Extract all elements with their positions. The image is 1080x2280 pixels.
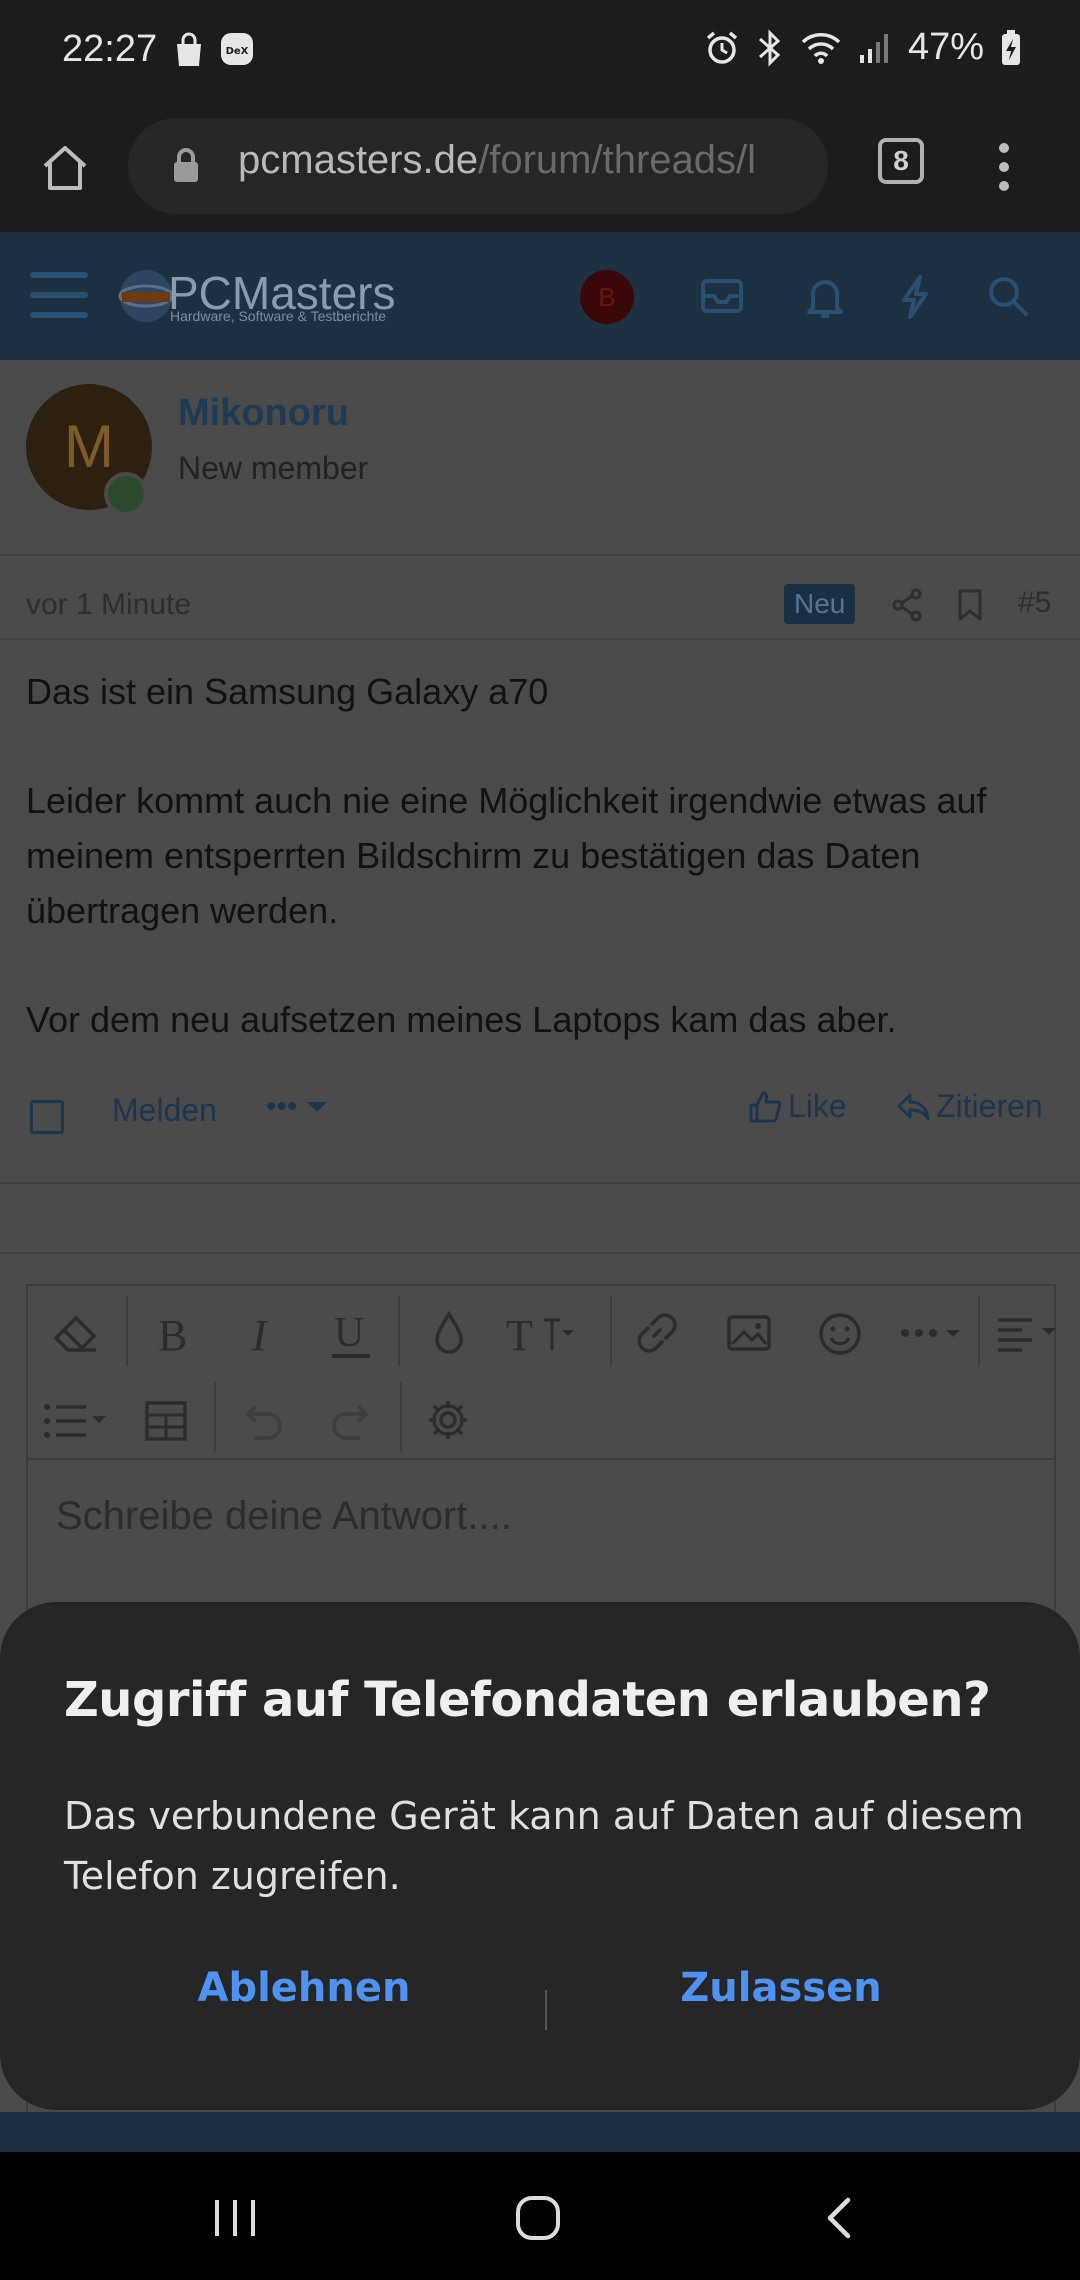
forum-navbar: PCMasters Hardware, Software & Testberic… [0,232,1080,360]
post-paragraph: Vor dem neu aufsetzen meines Laptops kam… [26,999,897,1040]
emoji-icon[interactable] [818,1312,862,1356]
dialog-message: Das verbundene Gerät kann auf Daten auf … [64,1794,1024,1898]
back-icon[interactable] [824,2196,854,2240]
more-vert-icon[interactable] [996,142,1012,192]
svg-text:T: T [506,1311,533,1356]
url-text: pcmasters.de/forum/threads/l [238,138,756,182]
align-icon[interactable] [996,1316,1062,1354]
image-icon[interactable] [726,1314,772,1352]
quote-label: Zitieren [936,1088,1043,1124]
permission-dialog: Zugriff auf Telefondaten erlauben? Das v… [0,1602,1080,2110]
home-button-icon[interactable] [514,2194,562,2242]
toolbar-divider [398,1296,400,1366]
lightning-icon[interactable] [898,274,932,320]
shopping-bag-icon [177,32,201,66]
divider [0,554,1080,556]
more-dots-label: ••• [266,1090,298,1123]
undo-icon[interactable] [240,1400,286,1442]
link-icon[interactable] [634,1310,680,1356]
lock-icon [174,148,198,182]
toolbar-divider [978,1296,980,1366]
svg-text:U: U [334,1310,364,1356]
font-size-icon[interactable]: T [506,1310,582,1356]
post-author-name[interactable]: Mikonoru [178,392,349,435]
eraser-icon[interactable] [52,1314,98,1354]
post-paragraph: Leider kommt auch nie eine Möglichkeit i… [26,780,987,931]
reply-icon [897,1093,930,1120]
footer-strip [0,2112,1080,2152]
post-time[interactable]: vor 1 Minute [26,588,191,622]
underline-icon[interactable]: U [330,1308,374,1360]
like-button[interactable]: Like [748,1088,847,1125]
battery-percent: 47% [907,26,984,68]
inbox-icon[interactable] [700,278,744,314]
search-icon[interactable] [986,274,1030,318]
address-bar[interactable]: pcmasters.de/forum/threads/l [128,118,828,214]
divider [0,638,1080,640]
post-body: Das ist ein Samsung Galaxy a70 Leider ko… [26,664,1056,1101]
share-icon[interactable] [890,588,924,622]
user-avatar-nav[interactable]: B [580,270,634,324]
like-label: Like [788,1088,847,1124]
site-logo-subtitle: Hardware, Software & Testberichte [170,308,387,324]
report-button[interactable]: Melden [112,1092,217,1129]
dex-icon: DeX [221,33,253,65]
select-post-checkbox[interactable] [30,1100,64,1134]
redo-icon[interactable] [328,1400,374,1442]
post-number[interactable]: #5 [1018,586,1051,620]
alarm-icon [706,31,738,64]
battery-charging-icon [1002,29,1020,65]
new-badge: Neu [784,584,856,624]
bell-icon[interactable] [805,274,845,320]
hamburger-menu-icon[interactable] [30,270,88,320]
svg-text:I: I [251,1312,269,1356]
tab-switcher-button[interactable]: 8 [878,138,924,184]
thumbs-up-icon [749,1091,782,1122]
home-icon[interactable] [40,144,90,192]
divider [0,1252,1080,1254]
allow-button[interactable]: Zulassen [541,1938,1021,2038]
italic-icon[interactable]: I [248,1312,284,1356]
svg-text:DeX: DeX [226,46,249,57]
bluetooth-icon [758,28,781,67]
dialog-title: Zugriff auf Telefondaten erlauben? [64,1672,991,1728]
toolbar-divider [214,1382,216,1452]
divider [0,1182,1080,1184]
reply-input-placeholder[interactable]: Schreibe deine Antwort.... [56,1494,512,1539]
signal-icon [859,33,888,63]
svg-text:B: B [158,1312,187,1356]
text-color-icon[interactable] [432,1310,466,1356]
caret-down-icon [306,1102,327,1112]
gear-icon[interactable] [426,1398,470,1442]
status-time: 22:27 [62,28,158,70]
toolbar-divider [400,1382,402,1452]
recent-apps-icon[interactable] [212,2198,258,2238]
quote-button[interactable]: Zitieren [896,1088,1043,1125]
online-status-icon [104,472,148,516]
status-bar: 22:27 DeX 47% [0,0,1080,100]
system-navigation-bar [0,2152,1080,2280]
post-paragraph: Das ist ein Samsung Galaxy a70 [26,671,549,712]
post-author-title: New member [178,450,369,486]
editor-toolbar: B I U T [28,1286,1056,1460]
list-icon[interactable] [42,1402,112,1440]
toolbar-divider [126,1296,128,1366]
table-icon[interactable] [144,1400,188,1442]
deny-button[interactable]: Ablehnen [64,1938,544,2038]
bookmark-icon[interactable] [956,588,984,622]
globe-logo-icon [118,270,174,322]
bold-icon[interactable]: B [156,1312,192,1356]
browser-toolbar: pcmasters.de/forum/threads/l 8 [0,100,1080,232]
more-actions-button[interactable]: ••• [266,1090,328,1124]
wifi-icon [801,32,841,64]
dialog-button-separator [545,1990,547,2030]
more-options-icon[interactable] [900,1324,966,1344]
toolbar-divider [610,1296,612,1366]
